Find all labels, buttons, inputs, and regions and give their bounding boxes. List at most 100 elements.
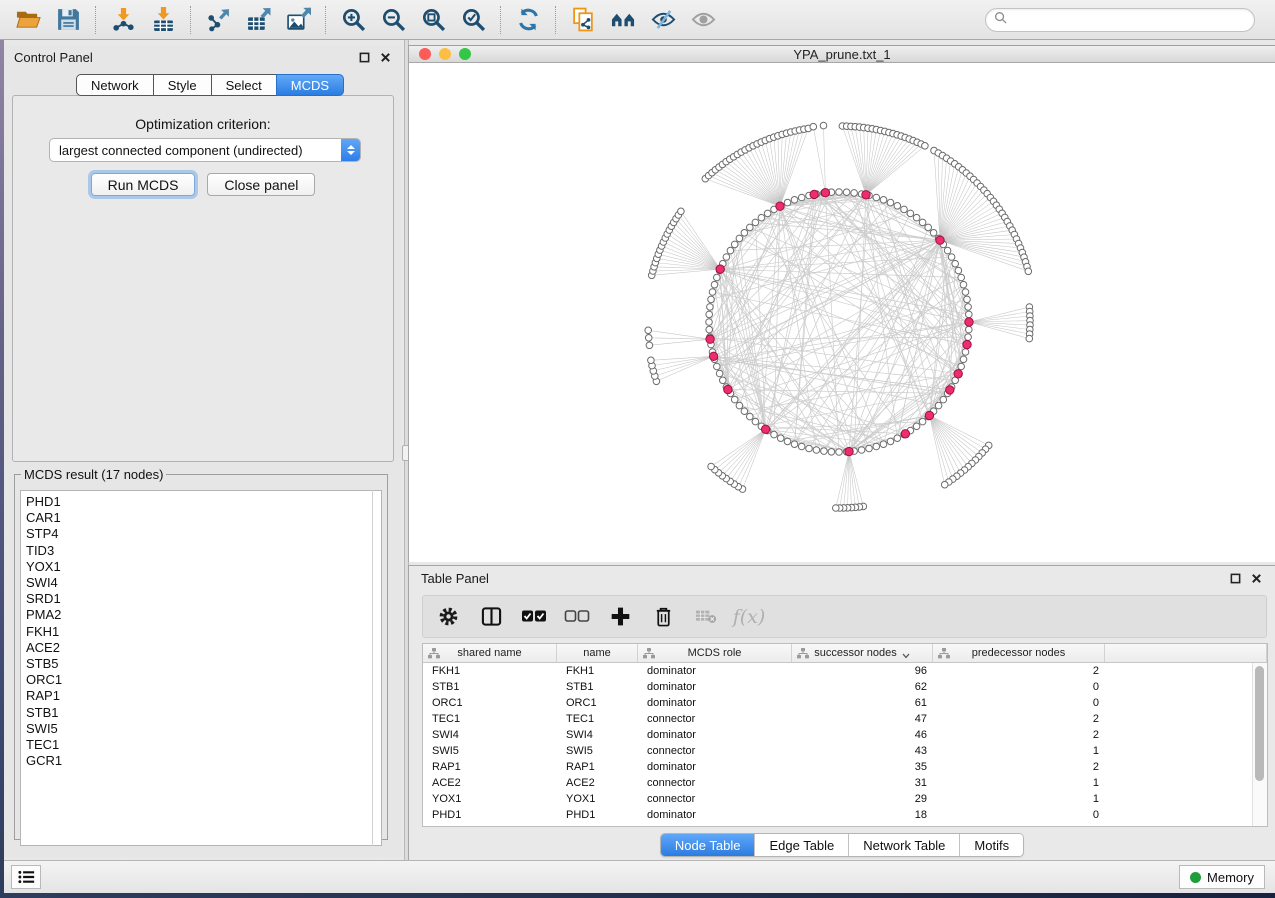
tab-network[interactable]: Network bbox=[76, 74, 153, 96]
tab-mcds[interactable]: MCDS bbox=[276, 74, 344, 96]
table-cell: STB1 bbox=[557, 681, 638, 693]
toolbar-separator bbox=[95, 6, 96, 34]
table-scrollbar[interactable] bbox=[1252, 663, 1267, 826]
mcds-result-item[interactable]: SWI5 bbox=[26, 721, 381, 737]
mcds-result-item[interactable]: TID3 bbox=[26, 543, 381, 559]
mcds-result-item[interactable]: TEC1 bbox=[26, 737, 381, 753]
zoom-out-icon[interactable] bbox=[373, 4, 413, 36]
mcds-list-scrollbar[interactable] bbox=[372, 490, 373, 846]
table-row[interactable]: ORC1ORC1dominator610 bbox=[423, 695, 1267, 711]
zoom-fit-icon[interactable] bbox=[413, 4, 453, 36]
mcds-result-list[interactable]: PHD1CAR1STP4TID3YOX1SWI4SRD1PMA2FKH1ACE2… bbox=[20, 490, 382, 846]
select-all-rows-icon[interactable] bbox=[521, 604, 547, 630]
mcds-result-item[interactable]: FKH1 bbox=[26, 624, 381, 640]
mcds-result-item[interactable]: GCR1 bbox=[26, 753, 381, 769]
optimization-criterion-select[interactable]: largest connected component (undirected) bbox=[49, 138, 361, 162]
table-row[interactable]: PHD1PHD1dominator180 bbox=[423, 807, 1267, 823]
run-mcds-button[interactable]: Run MCDS bbox=[91, 173, 196, 196]
table-row[interactable]: SWI5SWI5connector431 bbox=[423, 743, 1267, 759]
network-canvas[interactable] bbox=[409, 63, 1275, 560]
deselect-all-rows-icon[interactable] bbox=[564, 604, 590, 630]
table-cell: ORC1 bbox=[557, 697, 638, 709]
column-header-successor-nodes[interactable]: successor nodes bbox=[792, 644, 933, 662]
column-header-predecessor-nodes[interactable]: predecessor nodes bbox=[933, 644, 1105, 662]
mcds-result-item[interactable]: STB5 bbox=[26, 656, 381, 672]
mcds-result-item[interactable]: STP4 bbox=[26, 526, 381, 542]
table-row[interactable]: ACE2ACE2connector311 bbox=[423, 775, 1267, 791]
import-table-icon[interactable] bbox=[143, 4, 183, 36]
table-row[interactable]: SWI4SWI4dominator462 bbox=[423, 727, 1267, 743]
tab-style[interactable]: Style bbox=[153, 74, 211, 96]
table-cell: dominator bbox=[638, 697, 792, 709]
settings-icon[interactable] bbox=[435, 604, 461, 630]
save-session-icon[interactable] bbox=[48, 4, 88, 36]
toolbar-separator bbox=[555, 6, 556, 34]
table-row[interactable]: FKH1FKH1dominator962 bbox=[423, 663, 1267, 679]
add-column-icon[interactable] bbox=[607, 604, 633, 630]
close-table-panel-icon[interactable] bbox=[1250, 572, 1263, 585]
chevron-down-icon[interactable] bbox=[902, 650, 910, 656]
mcds-result-item[interactable]: RAP1 bbox=[26, 688, 381, 704]
export-image-icon[interactable] bbox=[278, 4, 318, 36]
tab-network-table[interactable]: Network Table bbox=[849, 834, 960, 856]
delete-selected-icon[interactable] bbox=[650, 604, 676, 630]
mcds-result-item[interactable]: ORC1 bbox=[26, 672, 381, 688]
table-row[interactable]: TEC1TEC1connector472 bbox=[423, 711, 1267, 727]
table-row[interactable]: STB1STB1dominator620 bbox=[423, 679, 1267, 695]
table-cell: 96 bbox=[792, 665, 933, 677]
refresh-layout-icon[interactable] bbox=[508, 4, 548, 36]
task-history-button[interactable] bbox=[11, 865, 41, 889]
table-panel-header: Table Panel bbox=[409, 566, 1275, 590]
table-cell: STB1 bbox=[423, 681, 557, 693]
cytoscape-window: Control Panel NetworkStyleSelectMCDS Opt… bbox=[0, 0, 1275, 898]
show-all-icon bbox=[683, 4, 723, 36]
table-cell: 0 bbox=[933, 697, 1105, 709]
tab-select[interactable]: Select bbox=[211, 74, 276, 96]
node-table-header: shared name nameMCDS rolesuccessor nodesp… bbox=[423, 644, 1267, 663]
mcds-result-item[interactable]: PMA2 bbox=[26, 607, 381, 623]
search-box[interactable] bbox=[985, 8, 1255, 32]
open-file-icon[interactable] bbox=[8, 4, 48, 36]
column-label: shared name bbox=[457, 647, 521, 659]
close-panel-button[interactable]: Close panel bbox=[207, 173, 315, 196]
memory-button[interactable]: Memory bbox=[1179, 865, 1265, 889]
table-row[interactable]: YOX1YOX1connector291 bbox=[423, 791, 1267, 807]
float-panel-icon[interactable] bbox=[358, 51, 371, 64]
mcds-result-item[interactable]: ACE2 bbox=[26, 640, 381, 656]
import-network-icon[interactable] bbox=[103, 4, 143, 36]
first-neighbors-icon[interactable] bbox=[603, 4, 643, 36]
table-panel-title: Table Panel bbox=[421, 571, 489, 586]
mcds-result-item[interactable]: YOX1 bbox=[26, 559, 381, 575]
mcds-result-item[interactable]: STB1 bbox=[26, 705, 381, 721]
hide-selected-icon[interactable] bbox=[643, 4, 683, 36]
mcds-result-item[interactable]: SRD1 bbox=[26, 591, 381, 607]
mcds-result-item[interactable]: SWI4 bbox=[26, 575, 381, 591]
tab-node-table[interactable]: Node Table bbox=[661, 834, 756, 856]
mcds-result-item[interactable]: PHD1 bbox=[26, 494, 381, 510]
tab-motifs[interactable]: Motifs bbox=[960, 834, 1023, 856]
tab-edge-table[interactable]: Edge Table bbox=[755, 834, 849, 856]
table-cell: connector bbox=[638, 793, 792, 805]
close-panel-icon[interactable] bbox=[379, 51, 392, 64]
network-graph[interactable] bbox=[409, 63, 1275, 560]
table-cell: connector bbox=[638, 777, 792, 789]
table-cell: 31 bbox=[792, 777, 933, 789]
table-panel: Table Panel f(x) shared namenameMCDS rol… bbox=[408, 565, 1275, 860]
float-table-panel-icon[interactable] bbox=[1229, 572, 1242, 585]
table-cell: RAP1 bbox=[557, 761, 638, 773]
export-table-icon[interactable] bbox=[238, 4, 278, 36]
zoom-selected-icon[interactable] bbox=[453, 4, 493, 36]
toggle-panes-icon[interactable] bbox=[478, 604, 504, 630]
search-input[interactable] bbox=[1007, 12, 1254, 27]
new-network-from-selection-icon[interactable] bbox=[563, 4, 603, 36]
column-header-MCDS-role[interactable]: MCDS role bbox=[638, 644, 792, 662]
column-header-shared-name[interactable]: shared name bbox=[423, 644, 557, 662]
table-cell: RAP1 bbox=[423, 761, 557, 773]
column-header-name[interactable]: name bbox=[557, 644, 638, 662]
table-scrollbar-thumb[interactable] bbox=[1255, 666, 1264, 781]
table-row[interactable]: RAP1RAP1dominator352 bbox=[423, 759, 1267, 775]
export-network-icon[interactable] bbox=[198, 4, 238, 36]
mcds-result-item[interactable]: CAR1 bbox=[26, 510, 381, 526]
zoom-in-icon[interactable] bbox=[333, 4, 373, 36]
control-panel-header: Control Panel bbox=[4, 45, 402, 69]
